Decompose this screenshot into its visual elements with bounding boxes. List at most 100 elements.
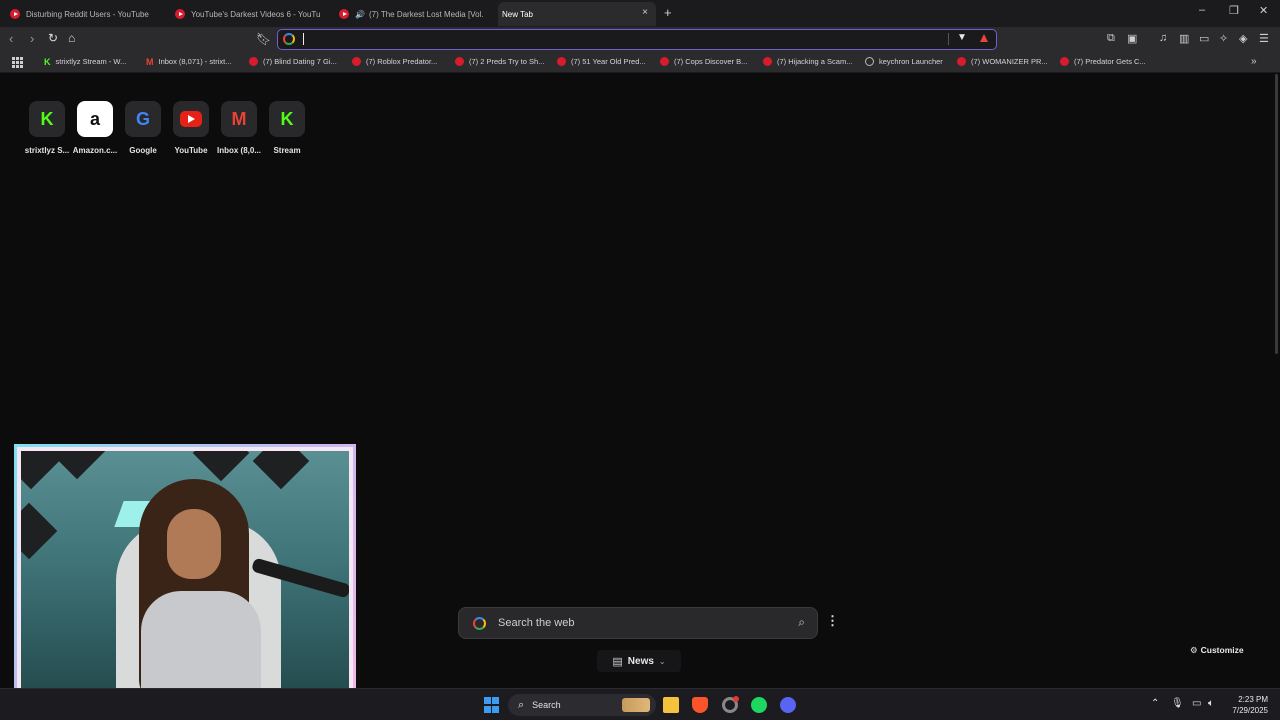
clock-time: 2:23 PM bbox=[1238, 695, 1268, 704]
vpn-icon[interactable]: ◈ bbox=[1239, 32, 1247, 45]
youtube-icon bbox=[763, 57, 772, 66]
address-bar[interactable]: ▼ bbox=[277, 29, 997, 50]
bookmark-item[interactable]: (7) Blind Dating 7 Gi... bbox=[249, 57, 337, 66]
text-caret bbox=[303, 33, 304, 45]
top-site-tile[interactable]: K strixtlyz S... bbox=[23, 101, 71, 155]
customize-button[interactable]: ⚙ Customize bbox=[1190, 645, 1244, 656]
top-site-label: strixtlyz S... bbox=[24, 146, 70, 155]
discord-icon[interactable] bbox=[780, 697, 796, 713]
search-icon[interactable]: ⌕ bbox=[798, 615, 805, 630]
brave-browser-icon[interactable] bbox=[692, 697, 708, 713]
top-site-tile[interactable]: G Google bbox=[119, 101, 167, 155]
news-icon: ▤ bbox=[612, 655, 623, 668]
address-input[interactable] bbox=[308, 32, 928, 46]
file-explorer-icon[interactable] bbox=[663, 697, 679, 713]
bookmark-item[interactable]: keychron Launcher bbox=[865, 57, 943, 66]
brave-shields-icon[interactable]: ▼ bbox=[957, 32, 967, 43]
bookmark-label: Inbox (8,071) - strixt... bbox=[158, 57, 232, 66]
top-site-tile[interactable]: K Stream bbox=[263, 101, 311, 155]
bookmark-icon[interactable]: 🔖︎ bbox=[256, 32, 271, 46]
top-site-tile[interactable]: M Inbox (8,0... bbox=[215, 101, 263, 155]
spotify-icon[interactable] bbox=[751, 697, 767, 713]
browser-tab[interactable]: 🔊 (7) The Darkest Lost Media [Vol. 3 bbox=[339, 2, 484, 26]
home-button[interactable]: ⌂ bbox=[68, 31, 75, 45]
new-tab-button[interactable]: + bbox=[664, 5, 672, 20]
kick-icon: K bbox=[44, 57, 51, 67]
volume-icon[interactable]: 🔈︎ bbox=[1208, 698, 1214, 709]
bookmark-label: (7) 51 Year Old Pred... bbox=[571, 57, 646, 66]
youtube-icon bbox=[1060, 57, 1069, 66]
chevron-up-icon[interactable]: ⌃ bbox=[1151, 698, 1159, 709]
top-site-label: YouTube bbox=[174, 146, 208, 155]
browser-tab[interactable]: YouTube's Darkest Videos 6 - YouTub bbox=[175, 2, 320, 26]
bookmark-label: strixtlyz Stream - W... bbox=[55, 57, 127, 66]
bookmark-item[interactable]: (7) Hijacking a Scam... bbox=[763, 57, 852, 66]
keychron-icon bbox=[865, 57, 874, 66]
network-icon[interactable]: ▭ bbox=[1192, 698, 1201, 709]
divider bbox=[948, 33, 949, 45]
apps-grid-icon[interactable] bbox=[12, 57, 23, 68]
tab-title: YouTube's Darkest Videos 6 - YouTub bbox=[191, 9, 320, 19]
forward-button[interactable]: › bbox=[30, 31, 34, 46]
speaker-icon[interactable]: 🔊 bbox=[355, 10, 365, 19]
bookmark-item[interactable]: M Inbox (8,071) - strixt... bbox=[146, 57, 232, 67]
screenshot-icon[interactable]: ▣ bbox=[1127, 32, 1137, 45]
google-icon bbox=[473, 617, 486, 630]
search-icon: ⌕ bbox=[518, 698, 525, 711]
close-tab-icon[interactable]: × bbox=[642, 7, 648, 18]
bookmark-item[interactable]: (7) Roblox Predator... bbox=[352, 57, 437, 66]
windows-start-icon[interactable] bbox=[484, 697, 500, 713]
bookmark-item[interactable]: (7) WOMANIZER PR... bbox=[957, 57, 1048, 66]
tab-title: Disturbing Reddit Users - YouTube bbox=[26, 9, 149, 19]
reload-button[interactable]: ↻ bbox=[48, 31, 58, 45]
more-options-icon[interactable]: ⋮ bbox=[826, 613, 839, 629]
taskbar-search[interactable]: ⌕ Search bbox=[508, 694, 656, 716]
taskbar-search-label: Search bbox=[532, 700, 561, 710]
scrollbar[interactable] bbox=[1275, 74, 1278, 354]
back-button[interactable]: ‹ bbox=[9, 31, 13, 46]
menu-icon[interactable]: ☰ bbox=[1259, 32, 1269, 45]
minimize-button[interactable]: – bbox=[1199, 4, 1205, 16]
leo-ai-icon[interactable]: ✧ bbox=[1219, 32, 1228, 45]
news-button[interactable]: ▤ News ⌄ bbox=[597, 650, 681, 672]
tab-title: (7) The Darkest Lost Media [Vol. 3 bbox=[368, 9, 484, 19]
google-icon bbox=[283, 33, 295, 45]
brave-rewards-icon[interactable] bbox=[980, 34, 988, 42]
news-label: News bbox=[627, 655, 654, 667]
search-placeholder: Search the web bbox=[498, 617, 575, 629]
amazon-icon: a bbox=[77, 101, 113, 137]
bookmark-item[interactable]: Kstrixtlyz Stream - W... bbox=[44, 57, 127, 67]
customize-label: Customize bbox=[1200, 645, 1244, 655]
top-site-label: Amazon.c... bbox=[72, 146, 118, 155]
kick-icon: K bbox=[29, 101, 65, 137]
search-highlight-image bbox=[622, 698, 650, 712]
browser-toolbar: ‹ › ↻ ⌂ 🔖︎ ▼ ⧉ ▣ ♫ ▥ ▭ ✧ ◈ ☰ bbox=[0, 27, 1280, 53]
bookmark-item[interactable]: (7) Cops Discover B... bbox=[660, 57, 747, 66]
bookmark-item[interactable]: (7) 2 Preds Try to Sh... bbox=[455, 57, 544, 66]
tab-strip: Disturbing Reddit Users - YouTube YouTub… bbox=[0, 0, 1280, 27]
bookmark-label: (7) WOMANIZER PR... bbox=[971, 57, 1048, 66]
restore-button[interactable]: ❐ bbox=[1229, 4, 1239, 17]
top-site-tile[interactable]: a Amazon.c... bbox=[71, 101, 119, 155]
browser-tab[interactable]: Disturbing Reddit Users - YouTube bbox=[10, 2, 160, 26]
top-site-label: Inbox (8,0... bbox=[216, 146, 261, 155]
sidebar-icon[interactable]: ▥ bbox=[1179, 32, 1189, 45]
chevron-double-right-icon[interactable]: » bbox=[1251, 56, 1257, 67]
top-site-tile[interactable]: YouTube bbox=[167, 101, 215, 155]
youtube-favicon-icon bbox=[175, 9, 185, 19]
bookmark-label: (7) Hijacking a Scam... bbox=[777, 57, 853, 66]
wallet-icon[interactable]: ▭ bbox=[1199, 32, 1209, 45]
bookmark-item[interactable]: (7) 51 Year Old Pred... bbox=[557, 57, 646, 66]
extensions-icon[interactable]: ⧉ bbox=[1107, 32, 1115, 45]
bookmark-item[interactable]: (7) Predator Gets C... bbox=[1060, 57, 1146, 66]
web-search-box[interactable]: Search the web ⌕ bbox=[458, 607, 818, 639]
browser-tab-active[interactable]: New Tab × bbox=[498, 2, 656, 26]
chrome-icon[interactable] bbox=[722, 696, 739, 713]
microphone-icon[interactable]: 🎙︎ bbox=[1171, 698, 1184, 709]
system-clock[interactable]: 2:23 PM 7/29/2025 bbox=[1226, 694, 1268, 716]
close-window-button[interactable]: ✕ bbox=[1259, 4, 1268, 17]
sliders-icon: ⚙ bbox=[1190, 645, 1198, 655]
tab-title: New Tab bbox=[502, 9, 533, 19]
media-icon[interactable]: ♫ bbox=[1159, 32, 1167, 44]
bookmark-label: (7) Roblox Predator... bbox=[366, 57, 438, 66]
